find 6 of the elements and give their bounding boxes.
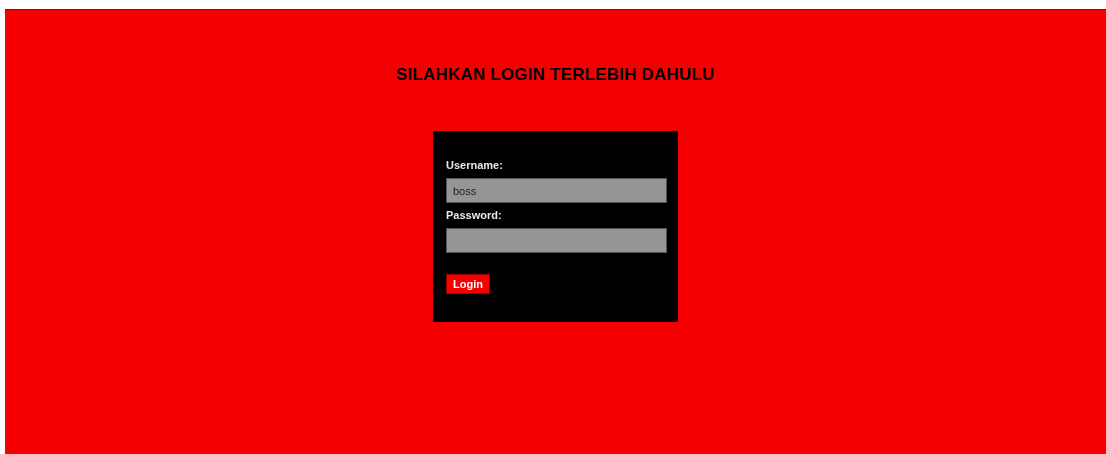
password-field[interactable] xyxy=(446,228,667,253)
field-label: Password: xyxy=(446,209,502,222)
login-button[interactable]: Login xyxy=(446,274,490,294)
username-field[interactable]: boss xyxy=(446,178,667,203)
page-title: SILAHKAN LOGIN TERLEBIH DAHULU xyxy=(396,65,715,85)
field-label: Username: xyxy=(446,159,503,172)
